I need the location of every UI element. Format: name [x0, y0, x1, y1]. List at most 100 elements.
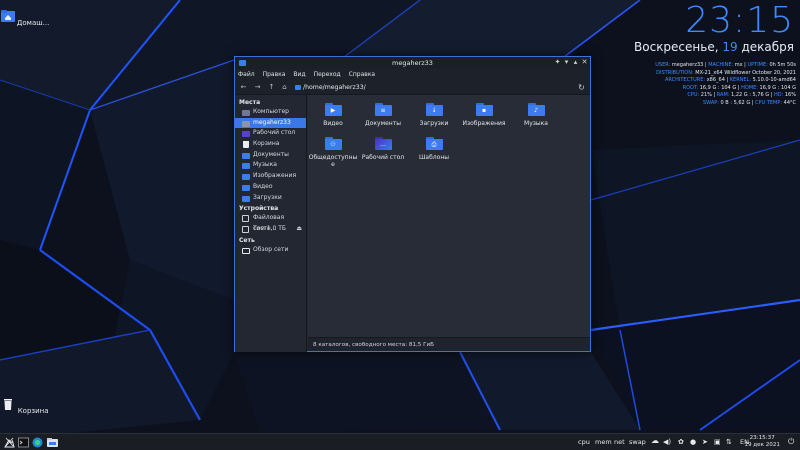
net-monitor[interactable]: net	[614, 438, 625, 446]
sidebar-item-network[interactable]: Обзор сети	[235, 245, 306, 256]
reload-icon[interactable]: ↻	[577, 83, 586, 92]
minimize-icon[interactable]: ▾	[562, 58, 571, 67]
taskbar-time: 23:15:37	[749, 435, 775, 441]
computer-icon	[242, 110, 250, 116]
sidebar-item-pictures[interactable]: Изображения	[235, 171, 306, 182]
folder-documents[interactable]: ≡ Документы	[358, 97, 408, 127]
folder-icon: ▪	[475, 103, 493, 116]
desktop-trash-shortcut[interactable]: Корзина	[0, 398, 50, 415]
folder-label: Изображения	[462, 120, 506, 127]
sysinfo-line: ARCHITECTURE: x86_64 | KERNEL: 5.10.0-10…	[664, 77, 796, 84]
sidebar-item-label: Видео	[253, 182, 273, 190]
browser-icon[interactable]	[32, 437, 43, 448]
sidebar-header-places: Места	[239, 99, 261, 106]
desktop-icon-label: Корзина	[17, 407, 49, 415]
volume-icon	[242, 225, 249, 233]
location-bar[interactable]: /home/megaherz33/	[295, 83, 565, 92]
sidebar-item-label: megaherz33	[253, 118, 291, 126]
volume-icon[interactable]: ◀)	[663, 438, 671, 446]
folder-music[interactable]: ♪ Музыка	[511, 97, 561, 127]
network-icon[interactable]: ⇅	[726, 438, 732, 446]
file-grid[interactable]: ▶ Видео ≡ Документы ↓ Загрузки ▪ Изображ…	[308, 95, 590, 338]
folder-icon: ♪	[527, 103, 545, 116]
keep-above-icon[interactable]: ✦	[553, 58, 562, 67]
downloads-icon	[242, 195, 250, 202]
clock-day: Воскресенье,	[634, 40, 719, 54]
back-icon[interactable]: ←	[239, 83, 248, 92]
sidebar-item-label: Корзина	[253, 140, 280, 148]
desktop-home-shortcut[interactable]: Домаш...	[0, 10, 50, 27]
sidebar-item-music[interactable]: Музыка	[235, 160, 306, 171]
location-icon[interactable]: ●	[690, 438, 696, 446]
close-icon[interactable]: ✕	[580, 58, 589, 67]
filesystem-icon	[242, 215, 249, 223]
home-icon	[242, 120, 250, 127]
taskbar: cpu mem net swap ☁ ◀) ✿ ● ➤ ▣ ⇅ EN 23:15…	[0, 433, 800, 450]
clock-time: 23:15	[685, 0, 794, 41]
package-icon[interactable]: ▣	[714, 438, 721, 446]
sidebar-item-computer[interactable]: Компьютер	[235, 107, 306, 118]
cpu-monitor[interactable]: cpu	[578, 438, 590, 446]
sidebar-item-label: Обзор сети	[253, 245, 289, 253]
mem-monitor[interactable]: mem	[595, 438, 612, 446]
window-titlebar[interactable]: megaherz33 ✦ ▾ ▴ ✕	[235, 57, 590, 69]
music-icon	[242, 163, 250, 170]
menu-view[interactable]: Вид	[293, 71, 305, 78]
sidebar-item-label: Документы	[253, 150, 289, 158]
sidebar-item-home[interactable]: megaherz33	[235, 117, 306, 129]
folder-icon	[295, 85, 301, 90]
folder-label: Рабочий стол	[361, 154, 405, 161]
trash-icon	[243, 141, 249, 149]
sidebar: Места Компьютер megaherz33 Рабочий стол …	[235, 95, 307, 352]
menu-go[interactable]: Переход	[314, 71, 341, 78]
sidebar-item-desktop[interactable]: Рабочий стол	[235, 128, 306, 139]
folder-pictures[interactable]: ▪ Изображения	[459, 97, 509, 127]
file-manager-window[interactable]: megaherz33 ✦ ▾ ▴ ✕ Файл Правка Вид Перех…	[234, 56, 591, 352]
sysinfo-line: SWAP: 0 B : 5,62 G | CPU TEMP: 44°C	[702, 99, 796, 106]
sidebar-item-filesystem[interactable]: Файловая систе...	[235, 213, 306, 232]
window-title: megaherz33	[392, 59, 433, 67]
folder-downloads[interactable]: ↓ Загрузки	[409, 97, 459, 127]
sidebar-item-label: Компьютер	[253, 108, 289, 115]
cloud-icon[interactable]: ☁	[651, 436, 659, 445]
clock-date: Воскресенье, 19 декабря	[634, 40, 794, 54]
menubar: Файл Правка Вид Переход Справка	[235, 69, 590, 80]
menu-edit[interactable]: Правка	[263, 71, 286, 78]
folder-templates[interactable]: ⎙ Шаблоны	[409, 131, 459, 161]
file-manager-icon[interactable]	[47, 437, 58, 448]
taskbar-date: 19 дек 2021	[744, 442, 780, 448]
telegram-icon[interactable]: ➤	[702, 438, 708, 446]
sidebar-item-trash[interactable]: Корзина	[235, 139, 306, 150]
documents-icon	[242, 152, 250, 159]
videos-icon	[242, 184, 250, 191]
power-icon[interactable]: ⏻	[788, 437, 794, 447]
location-path: /home/megaherz33/	[303, 84, 366, 91]
folder-label: Общедоступны	[308, 154, 358, 161]
sidebar-item-downloads[interactable]: Загрузки	[235, 193, 306, 204]
folder-label: Музыка	[524, 120, 548, 127]
menu-file[interactable]: Файл	[238, 71, 255, 78]
home-icon[interactable]: ⌂	[280, 83, 289, 92]
maximize-icon[interactable]: ▴	[571, 58, 580, 67]
taskbar-clock[interactable]: 23:15:37 19 дек 2021	[744, 435, 780, 449]
eject-icon[interactable]: ⏏	[296, 224, 302, 235]
mx-menu-icon[interactable]	[4, 437, 15, 448]
swap-monitor[interactable]: swap	[629, 438, 646, 446]
terminal-icon[interactable]	[18, 437, 29, 448]
pictures-icon	[242, 174, 250, 181]
folder-label: Загрузки	[419, 120, 449, 127]
sidebar-header-network: Сеть	[239, 236, 255, 244]
folder-icon: ▶	[324, 103, 342, 116]
menu-help[interactable]: Справка	[349, 71, 375, 78]
folder-videos[interactable]: ▶ Видео	[308, 97, 358, 127]
up-icon[interactable]: ↑	[267, 83, 276, 92]
sidebar-item-documents[interactable]: Документы	[235, 150, 306, 161]
sidebar-item-volume[interactable]: Том 1,0 ТБ ⏏	[235, 224, 306, 235]
clock-month: декабря	[741, 40, 794, 54]
sidebar-item-videos[interactable]: Видео	[235, 182, 306, 193]
folder-desktop[interactable]: … Рабочий стол	[358, 131, 408, 161]
sysinfo-line: USER: megaherz33 | MACHINE: mx | UPTIME:…	[655, 62, 796, 68]
forward-icon[interactable]: →	[253, 83, 262, 92]
settings-icon[interactable]: ✿	[678, 438, 684, 446]
folder-public[interactable]: ⚇ Общедоступны е	[308, 131, 358, 168]
